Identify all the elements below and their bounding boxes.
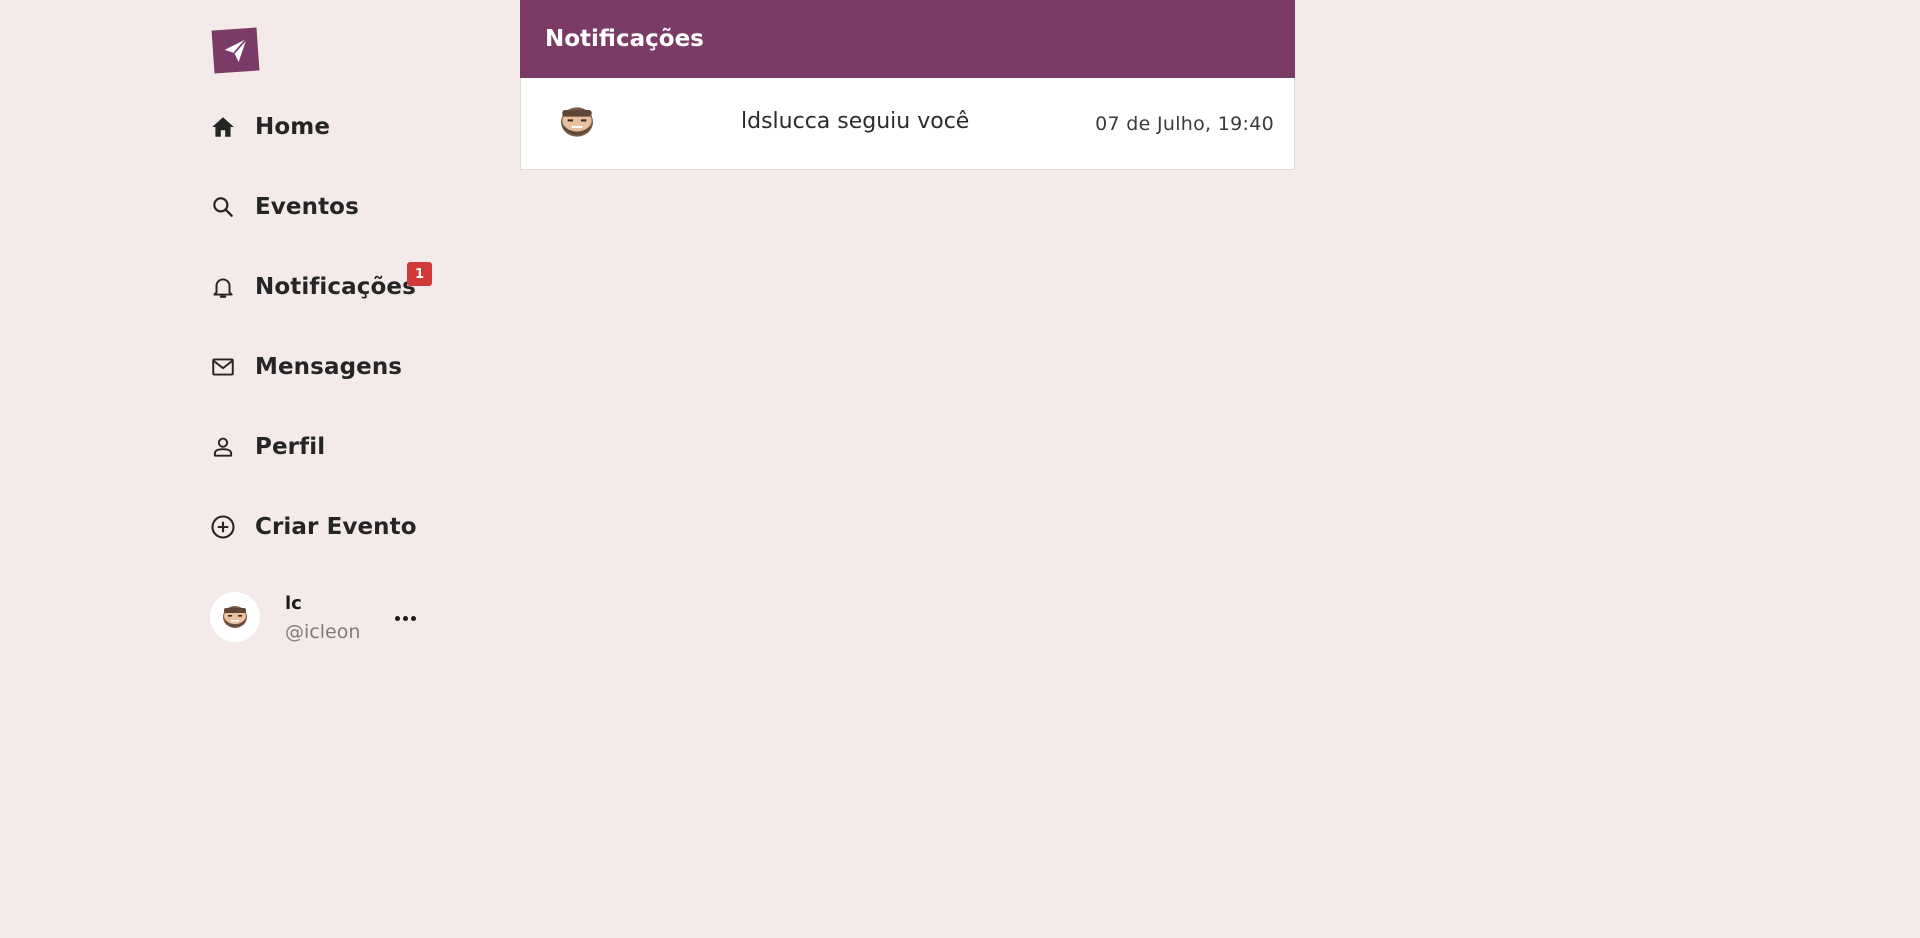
user-display-name: lc [285, 593, 302, 614]
notification-timestamp: 07 de Julho, 19:40 [1095, 113, 1274, 135]
sidebar-item-criar-evento[interactable]: Criar Evento [208, 505, 468, 549]
sidebar-item-label: Criar Evento [255, 514, 417, 540]
app-logo[interactable] [211, 27, 260, 74]
bearded-man-avatar-icon [223, 606, 247, 628]
avatar [210, 592, 260, 642]
user-account-card[interactable]: lc @icleon [210, 592, 450, 644]
notification-list: ldslucca seguiu você 07 de Julho, 19:40 [520, 78, 1295, 170]
sidebar-item-label: Perfil [255, 434, 326, 460]
home-icon [208, 112, 238, 142]
user-icon [208, 432, 238, 462]
bell-icon [208, 272, 238, 302]
sidebar-item-label: Home [255, 114, 331, 140]
plus-circle-icon [208, 512, 238, 542]
sidebar-item-eventos[interactable]: Eventos [208, 185, 468, 229]
avatar [558, 106, 596, 138]
notification-count-badge: 1 [407, 262, 432, 286]
user-handle: @icleon [285, 621, 361, 643]
page-title: Notificações [545, 26, 704, 52]
sidebar-item-label: Notificações [255, 274, 416, 300]
mail-icon [208, 352, 238, 382]
notifications-panel: Notificações ldslucca seguiu você 07 de … [520, 0, 1295, 170]
app: Home Eventos Notificações 1 Mensagens Pe… [0, 0, 1920, 938]
list-item[interactable]: ldslucca seguiu você 07 de Julho, 19:40 [521, 78, 1294, 169]
paper-plane-icon [224, 37, 247, 62]
sidebar-item-home[interactable]: Home [208, 105, 468, 149]
notification-text: ldslucca seguiu você [741, 109, 970, 134]
sidebar-item-mensagens[interactable]: Mensagens [208, 345, 468, 389]
sidebar-item-label: Eventos [255, 194, 359, 220]
panel-header: Notificações [520, 0, 1295, 78]
search-icon [208, 192, 238, 222]
sidebar-item-perfil[interactable]: Perfil [208, 425, 468, 469]
bearded-man-avatar-icon [561, 107, 593, 137]
sidebar-item-notificacoes[interactable]: Notificações 1 [208, 262, 468, 309]
sidebar-item-label: Mensagens [255, 354, 403, 380]
more-horizontal-icon[interactable] [390, 608, 420, 628]
sidebar: Home Eventos Notificações 1 Mensagens Pe… [208, 0, 508, 938]
